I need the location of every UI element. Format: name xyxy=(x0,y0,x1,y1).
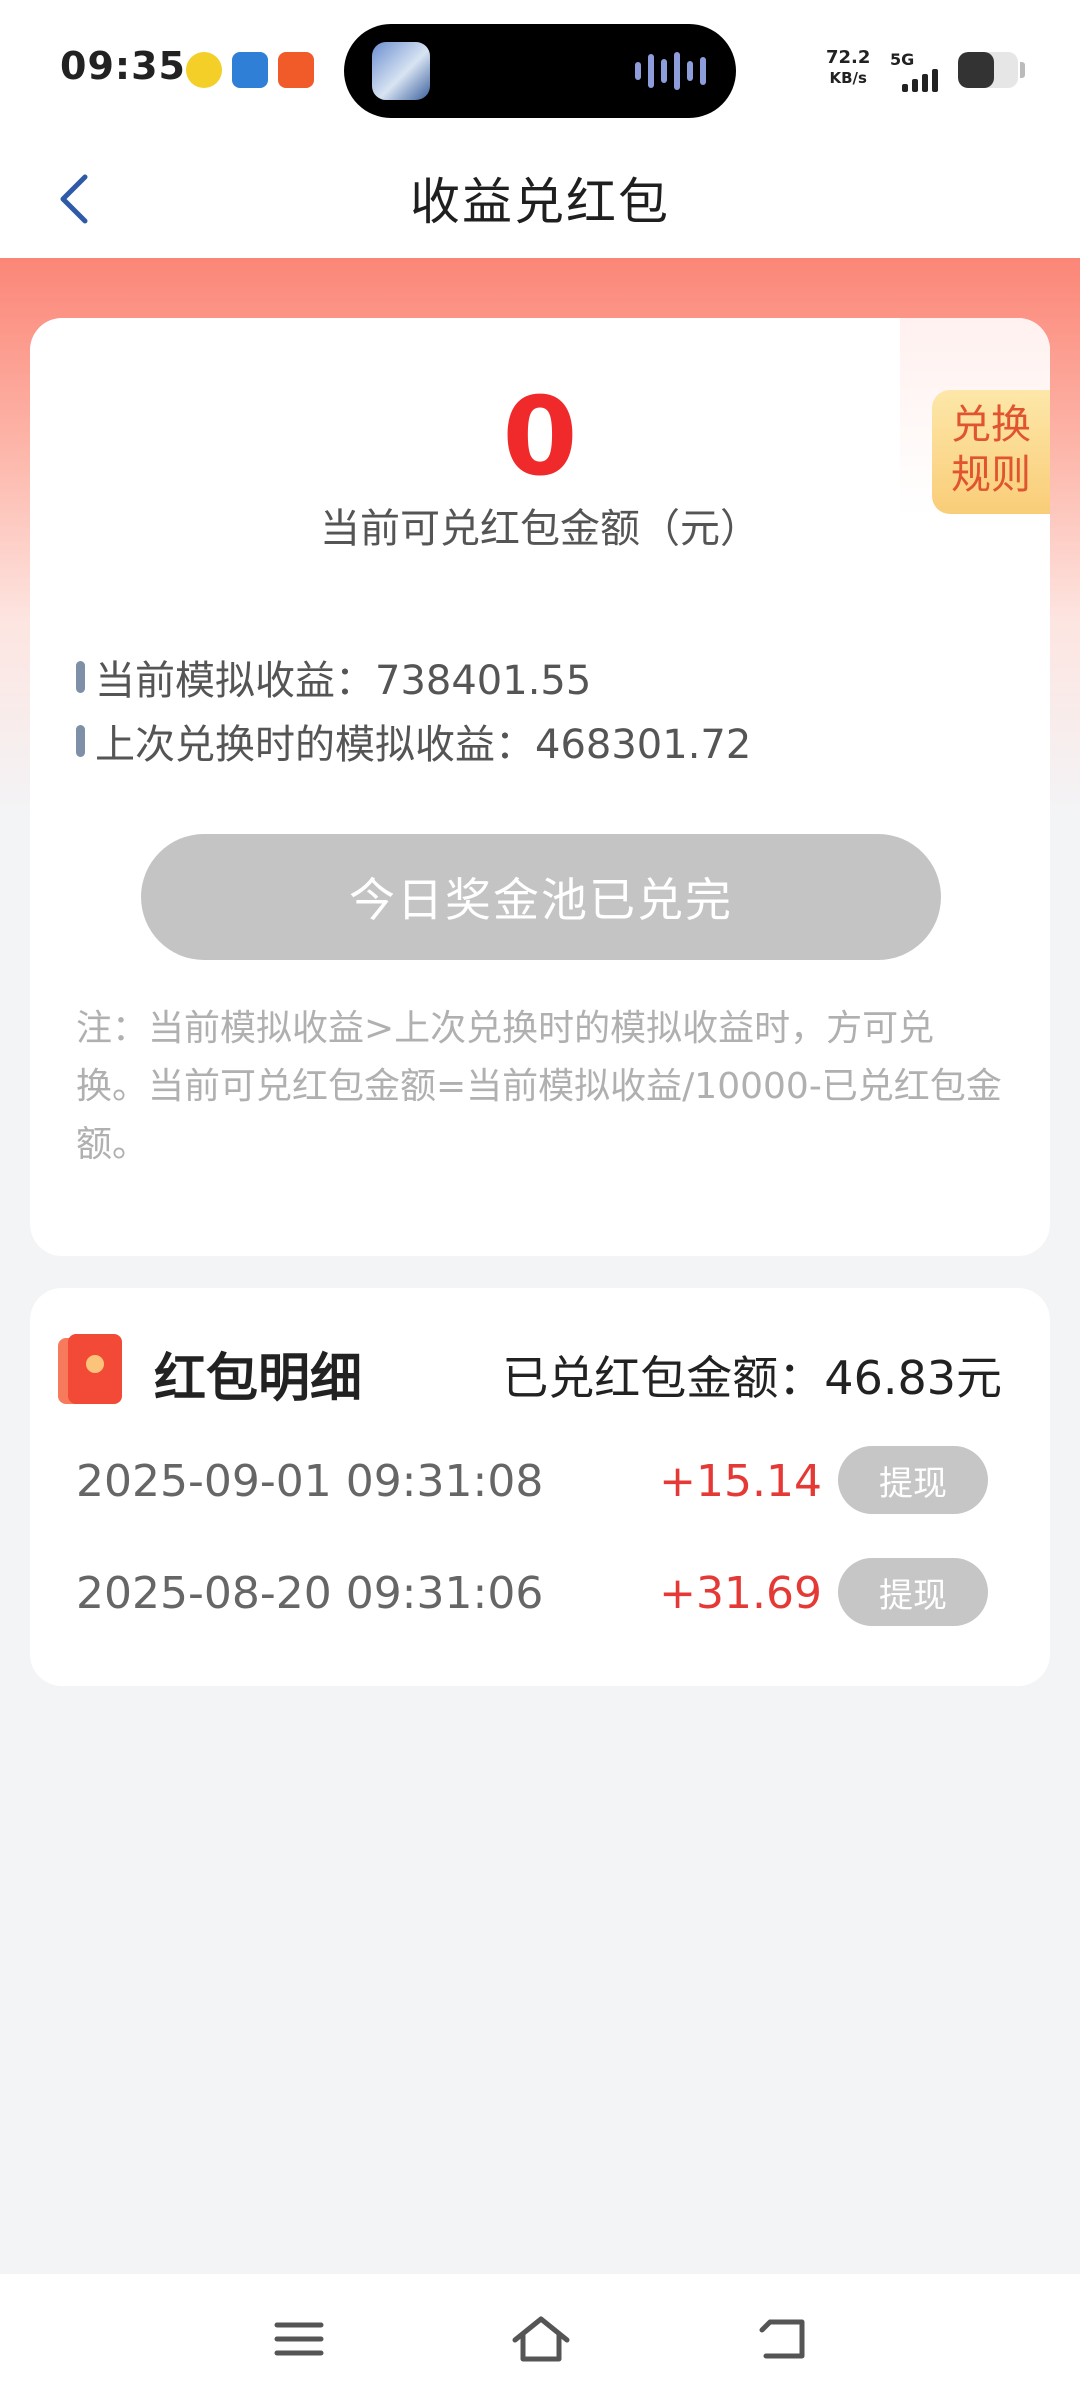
record-time: 2025-09-01 09:31:08 xyxy=(76,1456,544,1507)
summary-card: 兑换 规则 0 当前可兑红包金额（元） 当前模拟收益：738401.55 上次兑… xyxy=(30,318,1050,1256)
record-amount: +31.69 xyxy=(659,1568,822,1619)
detail-title: 红包明细 xyxy=(154,1349,363,1409)
page-title: 收益兑红包 xyxy=(410,173,670,231)
media-thumbnail xyxy=(372,42,430,100)
system-nav-bar xyxy=(0,2274,1080,2400)
net-speed: 72.2 KB/s xyxy=(826,48,870,88)
last-exchange-income-line: 上次兑换时的模拟收益：468301.72 xyxy=(76,712,751,770)
audio-wave-icon xyxy=(635,52,706,90)
home-button[interactable] xyxy=(506,2304,576,2374)
signal-icon xyxy=(902,62,938,92)
withdraw-button[interactable]: 提现 xyxy=(838,1558,988,1626)
back-nav-button[interactable] xyxy=(748,2304,818,2374)
back-arrow-icon xyxy=(759,2319,805,2359)
redeemed-total: 已兑红包金额：46.83元 xyxy=(502,1351,1002,1405)
redeemable-amount: 0 xyxy=(502,375,578,500)
notification-app-icon xyxy=(186,52,222,88)
menu-icon xyxy=(274,2322,324,2356)
redeemable-amount-label: 当前可兑红包金额（元） xyxy=(320,506,760,552)
notification-app-icon xyxy=(232,52,268,88)
last-exchange-income-text: 上次兑换时的模拟收益：468301.72 xyxy=(95,722,752,768)
record-amount: +15.14 xyxy=(659,1456,822,1507)
net-speed-value: 72.2 xyxy=(826,47,871,68)
current-income-line: 当前模拟收益：738401.55 xyxy=(76,648,591,706)
exchange-button[interactable]: 今日奖金池已兑完 xyxy=(141,834,941,960)
notification-app-icon xyxy=(278,52,314,88)
record-time: 2025-08-20 09:31:06 xyxy=(76,1568,544,1619)
redpacket-detail-card: 红包明细 已兑红包金额：46.83元 2025-09-01 09:31:08 +… xyxy=(30,1288,1050,1686)
red-envelope-icon xyxy=(58,1334,122,1404)
battery-cap xyxy=(1020,62,1025,78)
dynamic-island[interactable] xyxy=(344,24,736,118)
status-time: 09:35 xyxy=(60,44,186,88)
net-speed-unit: KB/s xyxy=(829,69,867,87)
status-bar: 09:35 72.2 KB/s 5G xyxy=(0,0,1080,140)
exchange-note: 注：当前模拟收益>上次兑换时的模拟收益时，方可兑换。当前可兑红包金额=当前模拟收… xyxy=(76,1008,1002,1165)
battery-level xyxy=(958,52,994,88)
recent-apps-button[interactable] xyxy=(264,2304,334,2374)
list-item: 2025-09-01 09:31:08 +15.14 提现 xyxy=(76,1446,988,1514)
list-item: 2025-08-20 09:31:06 +31.69 提现 xyxy=(76,1558,988,1626)
nav-header: 收益兑红包 xyxy=(0,140,1080,258)
current-income-text: 当前模拟收益：738401.55 xyxy=(95,658,592,704)
bullet-bar xyxy=(76,661,85,693)
home-icon xyxy=(512,2316,570,2362)
bullet-bar xyxy=(76,725,85,757)
battery-icon xyxy=(958,52,1018,88)
withdraw-button[interactable]: 提现 xyxy=(838,1446,988,1514)
